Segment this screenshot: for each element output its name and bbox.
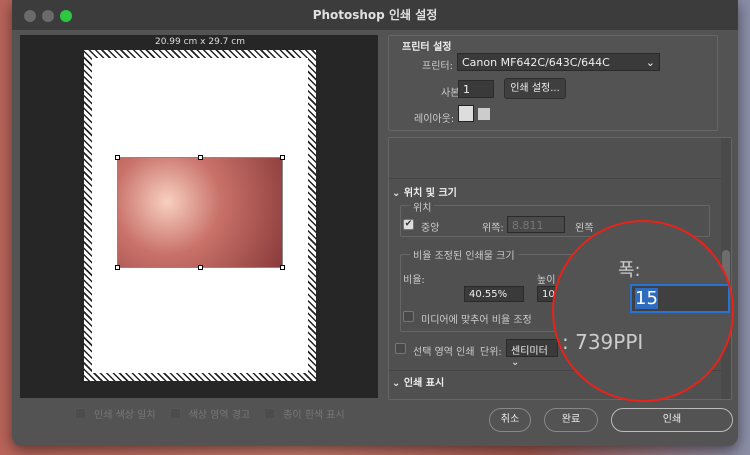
copies-input[interactable]: 1 [458, 80, 494, 98]
top-label: 위쪽: [482, 223, 504, 234]
center-label: 중앙 [421, 223, 440, 234]
zoom-button[interactable] [60, 10, 72, 22]
gamut-warning-checkbox[interactable] [169, 408, 181, 419]
resize-handle[interactable] [198, 265, 203, 270]
height-label: 높이 [537, 275, 556, 286]
landscape-layout-icon[interactable] [478, 108, 490, 120]
gamut-warning-label: 색상 영역 경고 [188, 410, 251, 421]
magnifier-callout: 폭: 15 : 739PPI [552, 220, 734, 402]
resize-handle[interactable] [280, 265, 285, 270]
unit-label: 단위: [480, 347, 502, 358]
print-selection-checkbox[interactable] [395, 343, 406, 354]
width-input[interactable]: 15 [630, 284, 730, 313]
unit-select[interactable]: 센티미터 ⌄ [506, 339, 558, 368]
width-label: 폭: [618, 260, 641, 281]
scale-input[interactable]: 40.55% [464, 286, 524, 302]
printer-label: 프린터: [422, 61, 453, 72]
chevron-down-icon[interactable]: ⌄ [392, 188, 404, 199]
close-button[interactable] [24, 10, 36, 22]
resize-handle[interactable] [280, 155, 285, 160]
chevron-down-icon: ⌄ [645, 56, 655, 69]
printer-settings-heading: 프린터 설정 [402, 42, 452, 53]
position-group-label: 위치 [410, 199, 435, 214]
match-print-colors-checkbox[interactable] [75, 408, 86, 419]
print-selection-label: 선택 영역 인쇄 [413, 347, 475, 358]
image-preview[interactable] [115, 155, 285, 270]
center-checkbox[interactable]: ✔ [403, 219, 414, 230]
show-paper-white-checkbox[interactable] [264, 408, 276, 419]
done-button[interactable]: 완료 [544, 408, 598, 432]
print-marks-heading[interactable]: 인쇄 표시 [404, 378, 444, 389]
printer-select[interactable]: Canon MF642C/643C/644C ⌄ [457, 53, 660, 71]
show-paper-white-label: 종이 흰색 표시 [283, 410, 345, 421]
resize-handle[interactable] [115, 265, 120, 270]
top-input[interactable]: 8.811 [507, 216, 565, 233]
portrait-layout-icon[interactable] [458, 105, 474, 122]
print-dialog: Photoshop 인쇄 설정 20.99 cm x 29.7 cm 인쇄 색상… [12, 0, 738, 446]
resize-handle[interactable] [198, 155, 203, 160]
cancel-button[interactable]: 취소 [489, 408, 531, 432]
preview-options: 인쇄 색상 일치 색상 영역 경고 종이 흰색 표시 [75, 406, 345, 421]
print-button[interactable]: 인쇄 [611, 408, 733, 432]
fit-media-label: 미디어에 맞추어 비율 조정 [421, 315, 532, 326]
window-title: Photoshop 인쇄 설정 [312, 8, 438, 22]
layout-label: 레이아웃: [414, 114, 455, 125]
scale-label: 비율: [403, 275, 425, 286]
divider [389, 178, 721, 179]
print-settings-button[interactable]: 인쇄 설정... [504, 78, 566, 99]
chevron-down-icon[interactable]: ⌄ [392, 378, 404, 389]
fit-media-checkbox[interactable] [403, 311, 414, 322]
title-bar: Photoshop 인쇄 설정 [12, 0, 738, 30]
resolution-readout: : 739PPI [562, 330, 644, 354]
position-size-heading[interactable]: 위치 및 크기 [404, 188, 457, 199]
resize-handle[interactable] [115, 155, 120, 160]
left-label: 왼쪽 [575, 223, 594, 234]
match-print-colors-label: 인쇄 색상 일치 [94, 410, 156, 421]
paper-size-label: 20.99 cm x 29.7 cm [154, 37, 245, 47]
minimize-button[interactable] [42, 10, 54, 22]
scaled-size-label: 비율 조정된 인쇄물 크기 [410, 247, 518, 262]
